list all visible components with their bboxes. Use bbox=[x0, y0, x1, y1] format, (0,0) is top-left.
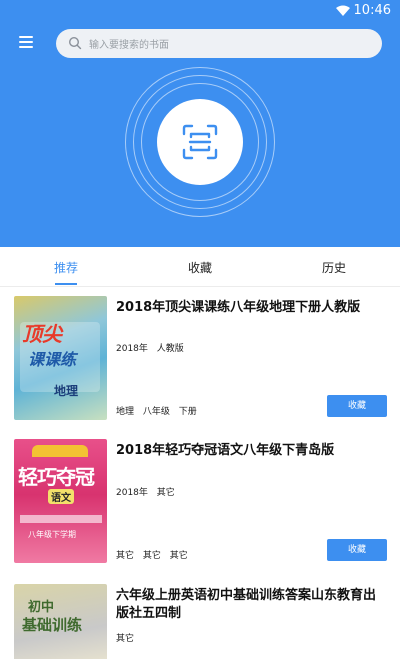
book-meta: 2018年 其它 bbox=[116, 488, 175, 498]
book-cover: 初中 基础训练 bbox=[14, 584, 107, 659]
book-meta: 2018年 人教版 bbox=[116, 344, 184, 354]
status-time: 10:46 bbox=[353, 3, 391, 18]
tab-history[interactable]: 历史 bbox=[294, 259, 374, 276]
cover-text: 八年级下学期 bbox=[28, 530, 76, 539]
cover-text: 初中 bbox=[28, 600, 55, 615]
cover-text: 课课练 bbox=[28, 350, 77, 369]
tab-recommend[interactable]: 推荐 bbox=[26, 259, 106, 276]
wifi-icon bbox=[336, 5, 350, 16]
book-cover: 轻巧夺冠 语文 八年级下学期 bbox=[14, 439, 107, 563]
book-item[interactable]: 轻巧夺冠 语文 八年级下学期 2018年轻巧夺冠语文八年级下青岛版 2018年 … bbox=[0, 439, 400, 569]
cover-text: 语文 bbox=[48, 489, 74, 504]
scan-button[interactable] bbox=[157, 99, 243, 185]
book-title: 六年级上册英语初中基础训练答案山东教育出版社五四制 bbox=[116, 588, 377, 621]
cover-text: 轻巧夺冠 bbox=[18, 465, 95, 489]
book-item[interactable]: 初中 基础训练 六年级上册英语初中基础训练答案山东教育出版社五四制 其它 bbox=[0, 584, 400, 659]
menu-icon[interactable] bbox=[19, 36, 37, 50]
cover-text: 顶尖 bbox=[22, 322, 62, 346]
cover-text: 基础训练 bbox=[22, 616, 83, 634]
header: 10:46 输入要搜索的书面 bbox=[0, 0, 400, 247]
cover-text: 地理 bbox=[54, 384, 79, 398]
collect-button[interactable]: 收藏 bbox=[327, 395, 387, 417]
book-item[interactable]: 顶尖 课课练 地理 2018年顶尖课课练八年级地理下册人教版 2018年 人教版… bbox=[0, 296, 400, 426]
search-placeholder: 输入要搜索的书面 bbox=[89, 40, 169, 51]
active-tab-indicator bbox=[55, 283, 77, 285]
book-tags: 其它 其它 其它 bbox=[116, 551, 188, 561]
book-cover: 顶尖 课课练 地理 bbox=[14, 296, 107, 420]
tab-favorites[interactable]: 收藏 bbox=[160, 259, 240, 276]
search-icon bbox=[68, 36, 82, 50]
book-tags: 地理 八年级 下册 bbox=[116, 407, 197, 417]
tab-bar: 推荐 收藏 历史 bbox=[0, 247, 400, 287]
search-input[interactable]: 输入要搜索的书面 bbox=[56, 29, 382, 58]
book-title: 2018年轻巧夺冠语文八年级下青岛版 bbox=[116, 443, 335, 458]
status-bar: 10:46 bbox=[0, 0, 400, 24]
collect-button[interactable]: 收藏 bbox=[327, 539, 387, 561]
scan-icon bbox=[182, 124, 218, 160]
book-meta: 其它 bbox=[116, 634, 135, 644]
book-title: 2018年顶尖课课练八年级地理下册人教版 bbox=[116, 300, 361, 315]
